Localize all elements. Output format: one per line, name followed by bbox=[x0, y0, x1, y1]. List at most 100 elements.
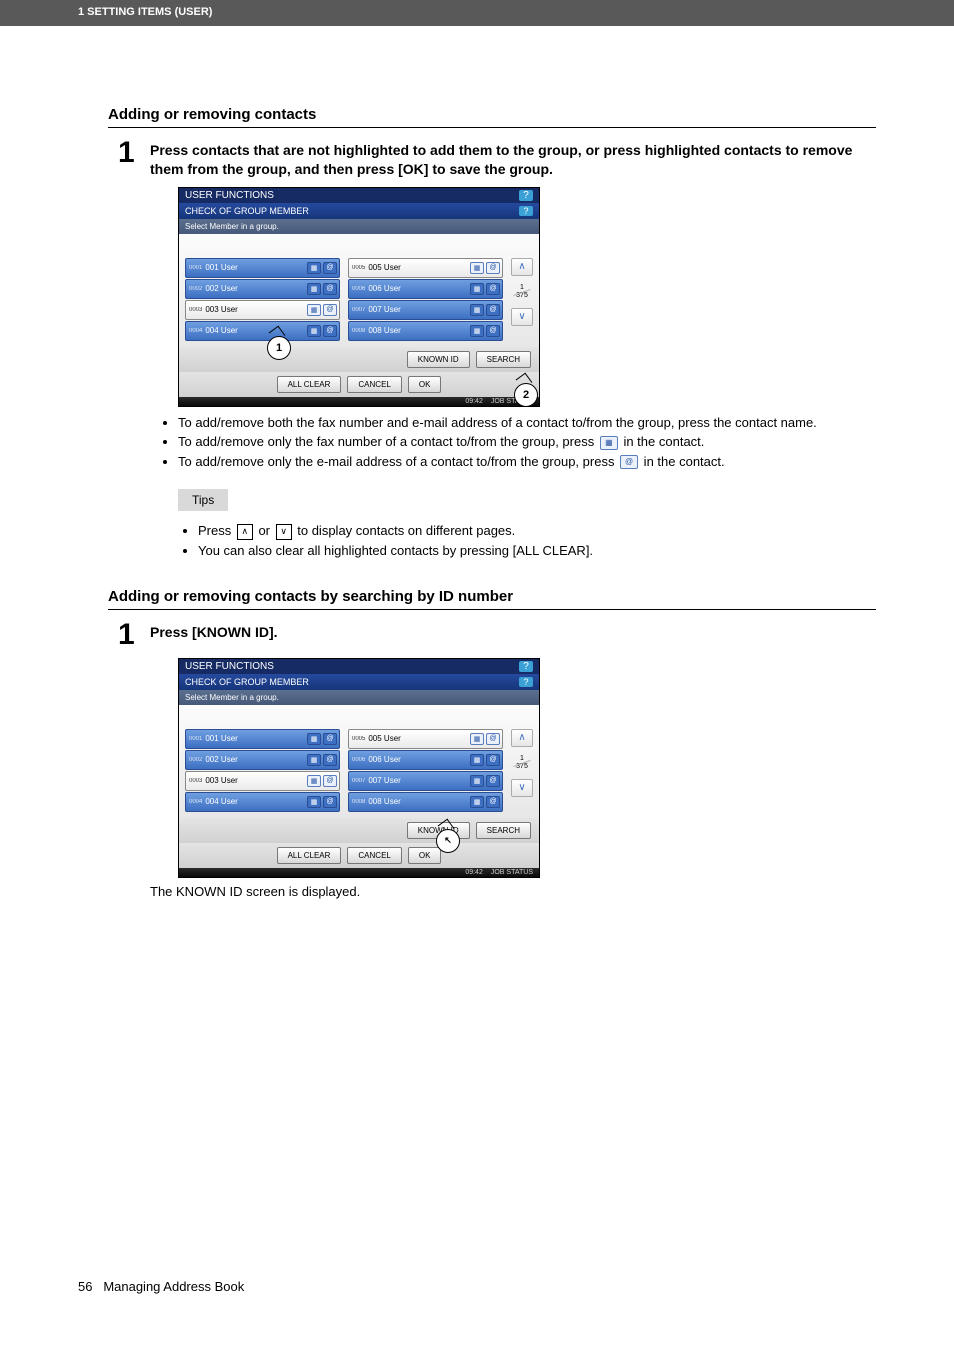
known-id-button[interactable]: KNOWN ID bbox=[407, 351, 470, 368]
help-icon[interactable]: ? bbox=[519, 677, 533, 687]
fax-icon[interactable]: ▦ bbox=[307, 775, 321, 787]
mail-icon[interactable]: @ bbox=[486, 733, 500, 745]
step-instruction-2: Press [KNOWN ID]. bbox=[150, 620, 278, 642]
result-text: The KNOWN ID screen is displayed. bbox=[150, 884, 876, 899]
mail-icon[interactable]: @ bbox=[323, 304, 337, 316]
contact-item[interactable]: 0005005 User▦@ bbox=[348, 729, 503, 749]
contact-item[interactable]: 0008008 User▦@ bbox=[348, 792, 503, 812]
callout-1: 1 bbox=[267, 336, 291, 360]
mail-icon[interactable]: @ bbox=[323, 325, 337, 337]
mail-icon[interactable]: @ bbox=[486, 283, 500, 295]
contact-item[interactable]: 0001001 User▦@ bbox=[185, 258, 340, 278]
fax-icon[interactable]: ▦ bbox=[307, 304, 321, 316]
fax-icon[interactable]: ▦ bbox=[470, 733, 484, 745]
page-down-button[interactable]: ∨ bbox=[511, 779, 533, 797]
panel-instruction: Select Member in a group. bbox=[179, 219, 539, 234]
page-down-button[interactable]: ∨ bbox=[511, 308, 533, 326]
page-counter: 1375 bbox=[511, 748, 533, 778]
contact-item[interactable]: 0003003 User▦@ bbox=[185, 300, 340, 320]
tips-label: Tips bbox=[178, 489, 228, 511]
tips-list: Press ∧ or ∨ to display contacts on diff… bbox=[180, 521, 876, 561]
contact-item[interactable]: 0004004 User▦@ bbox=[185, 321, 340, 341]
step-instruction-1: Press contacts that are not highlighted … bbox=[150, 138, 876, 179]
panel-title: USER FUNCTIONS bbox=[185, 661, 274, 672]
all-clear-button[interactable]: ALL CLEAR bbox=[277, 376, 342, 393]
bullet-item: To add/remove only the e-mail address of… bbox=[178, 452, 876, 472]
fax-icon[interactable]: ▦ bbox=[307, 262, 321, 274]
callout-cursor: ↖ bbox=[436, 829, 460, 853]
help-icon[interactable]: ? bbox=[519, 190, 533, 201]
bullet-item: To add/remove only the fax number of a c… bbox=[178, 432, 876, 452]
mail-icon[interactable]: @ bbox=[323, 754, 337, 766]
fax-icon[interactable]: ▦ bbox=[470, 775, 484, 787]
panel-title: USER FUNCTIONS bbox=[185, 190, 274, 201]
page-up-button[interactable]: ∧ bbox=[511, 729, 533, 747]
fax-icon[interactable]: ▦ bbox=[307, 796, 321, 808]
fax-icon[interactable]: ▦ bbox=[307, 733, 321, 745]
mail-icon[interactable]: @ bbox=[323, 262, 337, 274]
section-heading-2: Adding or removing contacts by searching… bbox=[108, 588, 876, 610]
fax-icon[interactable]: ▦ bbox=[307, 325, 321, 337]
panel-instruction: Select Member in a group. bbox=[179, 690, 539, 705]
ok-button[interactable]: OK bbox=[408, 376, 442, 393]
mail-icon: @ bbox=[620, 455, 638, 469]
mail-icon[interactable]: @ bbox=[486, 325, 500, 337]
section-heading-1: Adding or removing contacts bbox=[108, 106, 876, 128]
contact-item[interactable]: 0004004 User▦@ bbox=[185, 792, 340, 812]
step-number-2: 1 bbox=[118, 620, 150, 650]
contact-item[interactable]: 0003003 User▦@ bbox=[185, 771, 340, 791]
mail-icon[interactable]: @ bbox=[486, 304, 500, 316]
contact-item[interactable]: 0006006 User▦@ bbox=[348, 279, 503, 299]
callout-2: 2 bbox=[514, 383, 538, 407]
mail-icon[interactable]: @ bbox=[486, 754, 500, 766]
mail-icon[interactable]: @ bbox=[486, 796, 500, 808]
tip-item: You can also clear all highlighted conta… bbox=[198, 541, 876, 561]
help-icon[interactable]: ? bbox=[519, 206, 533, 216]
down-arrow-icon: ∨ bbox=[276, 524, 292, 540]
chapter-banner: 1 SETTING ITEMS (USER) bbox=[0, 0, 954, 26]
fax-icon[interactable]: ▦ bbox=[470, 262, 484, 274]
bullet-item: To add/remove both the fax number and e-… bbox=[178, 413, 876, 433]
fax-icon[interactable]: ▦ bbox=[470, 796, 484, 808]
device-panel-2: USER FUNCTIONS ? CHECK OF GROUP MEMBER ?… bbox=[178, 658, 540, 878]
mail-icon[interactable]: @ bbox=[323, 733, 337, 745]
fax-icon[interactable]: ▦ bbox=[470, 325, 484, 337]
page-counter: 1375 bbox=[511, 277, 533, 307]
contact-item[interactable]: 0002002 User▦@ bbox=[185, 279, 340, 299]
fax-icon[interactable]: ▦ bbox=[470, 304, 484, 316]
contact-item[interactable]: 0006006 User▦@ bbox=[348, 750, 503, 770]
cancel-button[interactable]: CANCEL bbox=[347, 376, 401, 393]
mail-icon[interactable]: @ bbox=[323, 796, 337, 808]
fax-icon[interactable]: ▦ bbox=[307, 754, 321, 766]
page-up-button[interactable]: ∧ bbox=[511, 258, 533, 276]
mail-icon[interactable]: @ bbox=[486, 775, 500, 787]
mail-icon[interactable]: @ bbox=[323, 283, 337, 295]
contact-item[interactable]: 0001001 User▦@ bbox=[185, 729, 340, 749]
fax-icon: ▦ bbox=[600, 436, 618, 450]
up-arrow-icon: ∧ bbox=[237, 524, 253, 540]
ok-button[interactable]: OK bbox=[408, 847, 442, 864]
panel-time: 09:42 bbox=[465, 869, 483, 876]
device-panel-1: USER FUNCTIONS ? CHECK OF GROUP MEMBER ?… bbox=[178, 187, 540, 407]
contact-item[interactable]: 0002002 User▦@ bbox=[185, 750, 340, 770]
contact-item[interactable]: 0005005 User▦@ bbox=[348, 258, 503, 278]
mail-icon[interactable]: @ bbox=[486, 262, 500, 274]
step-number-1: 1 bbox=[118, 138, 150, 168]
contact-item[interactable]: 0008008 User▦@ bbox=[348, 321, 503, 341]
all-clear-button[interactable]: ALL CLEAR bbox=[277, 847, 342, 864]
mail-icon[interactable]: @ bbox=[323, 775, 337, 787]
bullet-list-1: To add/remove both the fax number and e-… bbox=[160, 413, 876, 472]
panel-subtitle: CHECK OF GROUP MEMBER bbox=[185, 206, 309, 216]
fax-icon[interactable]: ▦ bbox=[307, 283, 321, 295]
panel-time: 09:42 bbox=[465, 398, 483, 405]
search-button[interactable]: SEARCH bbox=[476, 822, 531, 839]
contact-item[interactable]: 0007007 User▦@ bbox=[348, 771, 503, 791]
cancel-button[interactable]: CANCEL bbox=[347, 847, 401, 864]
panel-subtitle: CHECK OF GROUP MEMBER bbox=[185, 677, 309, 687]
fax-icon[interactable]: ▦ bbox=[470, 754, 484, 766]
fax-icon[interactable]: ▦ bbox=[470, 283, 484, 295]
job-status-button[interactable]: JOB STATUS bbox=[491, 869, 533, 876]
search-button[interactable]: SEARCH bbox=[476, 351, 531, 368]
contact-item[interactable]: 0007007 User▦@ bbox=[348, 300, 503, 320]
help-icon[interactable]: ? bbox=[519, 661, 533, 672]
